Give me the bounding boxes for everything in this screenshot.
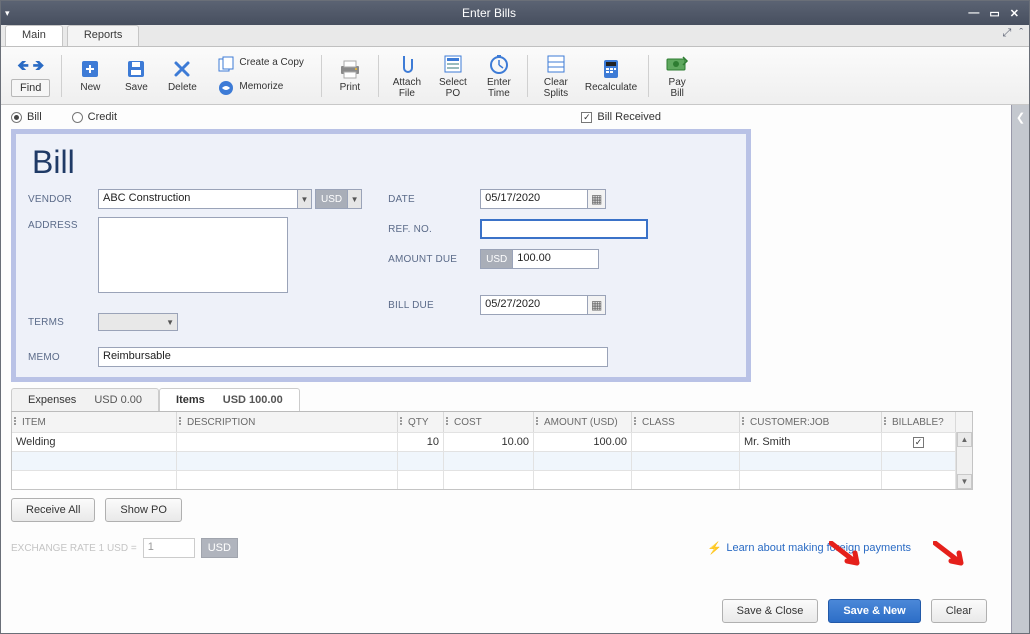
cell-description[interactable] bbox=[177, 433, 398, 451]
radio-icon bbox=[11, 112, 22, 123]
cell-class[interactable] bbox=[632, 433, 740, 451]
delete-button[interactable]: Delete bbox=[161, 55, 203, 96]
terms-label: TERMS bbox=[28, 317, 98, 328]
cell-customer[interactable]: Mr. Smith bbox=[740, 433, 882, 451]
receive-all-button[interactable]: Receive All bbox=[11, 498, 95, 522]
learn-foreign-payments-link[interactable]: ⚡ Learn about making foreign payments bbox=[707, 541, 911, 555]
memorize-button[interactable]: Memorize bbox=[211, 77, 309, 99]
date-label: DATE bbox=[388, 194, 480, 205]
amount-due-field[interactable]: 100.00 bbox=[513, 249, 599, 269]
enter-time-button[interactable]: Enter Time bbox=[478, 50, 520, 101]
new-button[interactable]: New bbox=[69, 55, 111, 96]
toolbar: 🡸 🡺 Find New Save Delete Create a Copy bbox=[1, 47, 1029, 105]
items-grid: ITEM DESCRIPTION QTY COST AMOUNT (USD) C… bbox=[11, 412, 973, 490]
minimize-button[interactable]: — bbox=[968, 7, 979, 20]
select-po-button[interactable]: Select PO bbox=[432, 50, 474, 101]
table-row[interactable] bbox=[12, 470, 956, 489]
amount-currency-badge: USD bbox=[480, 249, 513, 269]
title-bar: ▾ Enter Bills — ▭ ✕ bbox=[1, 1, 1029, 25]
credit-radio[interactable]: Credit bbox=[72, 111, 117, 123]
vendor-dropdown-button[interactable]: ▼ bbox=[298, 189, 312, 209]
bill-form: Bill VENDOR ABC Construction ▼ USD ▼ bbox=[11, 129, 751, 382]
grid-header: ITEM DESCRIPTION QTY COST AMOUNT (USD) C… bbox=[12, 412, 972, 432]
refno-field[interactable] bbox=[480, 219, 648, 239]
scroll-up-icon[interactable]: ▲ bbox=[957, 432, 972, 447]
show-po-button[interactable]: Show PO bbox=[105, 498, 181, 522]
amount-due-label: AMOUNT DUE bbox=[388, 254, 480, 265]
print-button[interactable]: Print bbox=[329, 55, 371, 96]
date-calendar-icon[interactable]: ▦ bbox=[588, 189, 606, 209]
bill-due-field[interactable]: 05/27/2020 bbox=[480, 295, 588, 315]
vendor-currency-badge: USD bbox=[315, 189, 348, 209]
create-copy-button[interactable]: Create a Copy bbox=[211, 53, 309, 75]
bolt-icon: ⚡ bbox=[707, 541, 722, 555]
table-row[interactable] bbox=[12, 451, 956, 470]
save-close-button[interactable]: Save & Close bbox=[722, 599, 819, 623]
grid-scrollbar[interactable]: ▲ ▼ bbox=[956, 432, 972, 489]
save-button[interactable]: Save bbox=[115, 55, 157, 96]
recalculate-button[interactable]: Recalculate bbox=[581, 55, 641, 96]
exchange-rate-field[interactable]: 1 bbox=[143, 538, 195, 558]
bill-due-label: BILL DUE bbox=[388, 300, 480, 311]
expenses-tab[interactable]: Expenses USD 0.00 bbox=[11, 388, 159, 411]
cell-amount[interactable]: 100.00 bbox=[534, 433, 632, 451]
save-new-button[interactable]: Save & New bbox=[828, 599, 920, 623]
exchange-currency-badge: USD bbox=[201, 538, 238, 558]
attach-file-button[interactable]: Attach File bbox=[386, 50, 428, 101]
cell-item[interactable]: Welding bbox=[12, 433, 177, 451]
items-tab[interactable]: Items USD 100.00 bbox=[159, 388, 300, 411]
cell-billable[interactable] bbox=[882, 433, 956, 451]
radio-icon bbox=[72, 112, 83, 123]
table-row[interactable]: Welding 10 10.00 100.00 Mr. Smith bbox=[12, 432, 956, 451]
cell-qty[interactable]: 10 bbox=[398, 433, 444, 451]
bill-title: Bill bbox=[32, 144, 734, 181]
clear-splits-button[interactable]: Clear Splits bbox=[535, 50, 577, 101]
tab-main[interactable]: Main bbox=[5, 25, 63, 46]
bill-received-label: Bill Received bbox=[597, 111, 661, 123]
ribbon-tab-bar: Main Reports ⤢ ˆ bbox=[1, 25, 1029, 47]
terms-dropdown[interactable]: ▼ bbox=[98, 313, 178, 331]
refno-label: REF. NO. bbox=[388, 224, 480, 235]
side-panel-toggle[interactable]: ❮ bbox=[1011, 105, 1029, 633]
maximize-button[interactable]: ▭ bbox=[989, 7, 999, 20]
pay-bill-button[interactable]: Pay Bill bbox=[656, 50, 698, 101]
memo-label: MEMO bbox=[28, 352, 98, 363]
vendor-field[interactable]: ABC Construction bbox=[98, 189, 298, 209]
collapse-ribbon-icon[interactable]: ˆ bbox=[1019, 27, 1023, 40]
address-field[interactable] bbox=[98, 217, 288, 293]
bill-received-checkbox[interactable] bbox=[581, 112, 592, 123]
cell-cost[interactable]: 10.00 bbox=[444, 433, 534, 451]
vendor-label: VENDOR bbox=[28, 194, 98, 205]
nav-next-button[interactable]: 🡺 bbox=[33, 55, 44, 79]
exchange-rate-label: EXCHANGE RATE 1 USD = bbox=[11, 543, 137, 554]
vendor-currency-dropdown[interactable]: ▼ bbox=[348, 189, 362, 209]
close-button[interactable]: ✕ bbox=[1010, 7, 1019, 20]
find-button[interactable]: Find bbox=[11, 79, 50, 97]
date-field[interactable]: 05/17/2020 bbox=[480, 189, 588, 209]
scroll-down-icon[interactable]: ▼ bbox=[957, 474, 972, 489]
memo-field[interactable]: Reimbursable bbox=[98, 347, 608, 367]
nav-prev-button[interactable]: 🡸 bbox=[17, 55, 28, 79]
bill-due-calendar-icon[interactable]: ▦ bbox=[588, 295, 606, 315]
clear-button[interactable]: Clear bbox=[931, 599, 987, 623]
billable-checkbox[interactable] bbox=[913, 437, 924, 448]
window-title: Enter Bills bbox=[10, 6, 969, 20]
tab-reports[interactable]: Reports bbox=[67, 25, 140, 46]
bill-radio[interactable]: Bill bbox=[11, 111, 42, 123]
address-label: ADDRESS bbox=[28, 217, 98, 231]
expand-ribbon-icon[interactable]: ⤢ bbox=[1003, 27, 1012, 40]
